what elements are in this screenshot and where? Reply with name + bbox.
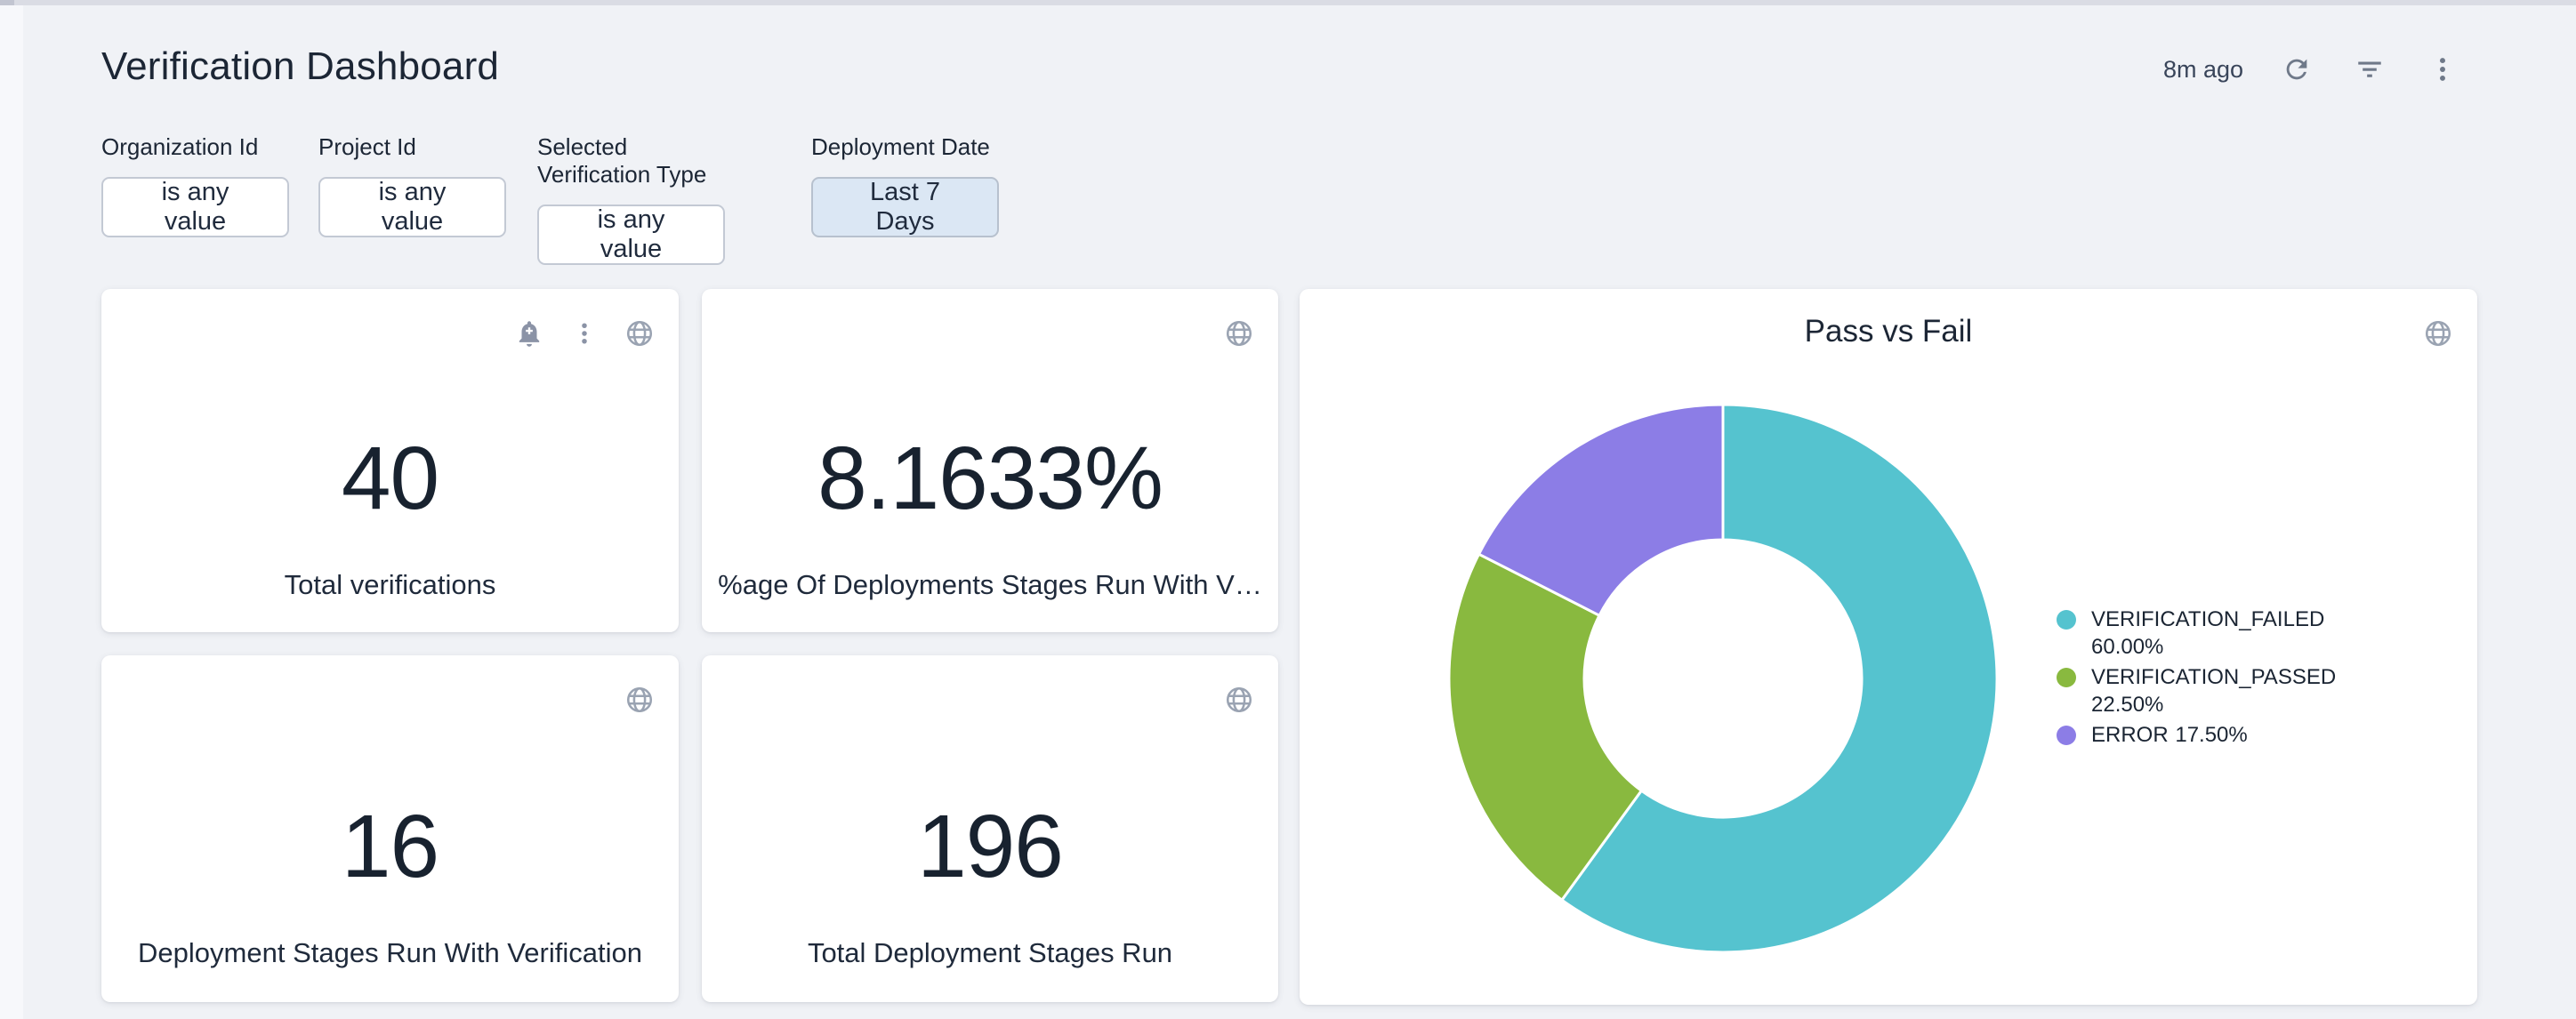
refresh-icon	[2282, 54, 2312, 84]
filter-list-icon	[2355, 54, 2385, 84]
legend-dot-green	[2057, 668, 2076, 687]
tile-actions	[513, 317, 656, 349]
chart-title: Pass vs Fail	[1300, 314, 2477, 349]
tile-pass-vs-fail-chart: Pass vs Fail VERIFICATION_FAILED 60.00% …	[1300, 289, 2477, 1005]
legend-dot-teal	[2057, 610, 2076, 630]
globe-icon	[1224, 685, 1254, 715]
globe-icon	[1224, 318, 1254, 349]
donut-chart[interactable]	[1438, 394, 2008, 963]
top-scrollbar-track	[0, 0, 2576, 5]
tile-value: 40	[342, 434, 439, 523]
tile-timezone-button[interactable]	[1223, 684, 1255, 716]
tile-actions	[624, 684, 656, 716]
tile-total-verifications: 40 Total verifications	[101, 289, 679, 632]
single-value-visualization: 16 Deployment Stages Run With Verificati…	[101, 655, 679, 1002]
tile-timezone-button[interactable]	[1223, 317, 1255, 349]
filter-value-selected-verification-type[interactable]: is any value	[537, 205, 725, 265]
globe-icon	[624, 685, 655, 715]
tile-value: 16	[342, 802, 439, 891]
header-actions: 8m ago	[2163, 50, 2462, 89]
filter-organization-id: Organization Id is any value	[101, 133, 289, 237]
filter-value-project-id[interactable]: is any value	[318, 177, 506, 237]
filter-deployment-date: Deployment Date Last 7 Days	[811, 133, 999, 237]
tile-actions	[1223, 684, 1255, 716]
alert-create-button[interactable]	[513, 317, 545, 349]
tile-label: Total Deployment Stages Run	[808, 937, 1172, 969]
kebab-menu-icon	[571, 320, 598, 347]
last-refreshed-text: 8m ago	[2163, 56, 2243, 84]
dashboard-more-menu-button[interactable]	[2423, 50, 2462, 89]
tile-label: Total verifications	[285, 569, 496, 601]
legend-label: VERIFICATION_PASSED 22.50%	[2091, 663, 2350, 718]
filter-selected-verification-type: Selected Verification Type is any value	[537, 133, 725, 265]
filter-value-organization-id[interactable]: is any value	[101, 177, 289, 237]
tile-more-menu-button[interactable]	[568, 317, 600, 349]
legend-item-error[interactable]: ERROR 17.50%	[2057, 721, 2350, 749]
bell-plus-icon	[514, 318, 544, 349]
filter-label: Selected Verification Type	[537, 133, 725, 189]
refresh-button[interactable]	[2277, 50, 2316, 89]
dashboard-filters-button[interactable]	[2350, 50, 2389, 89]
filter-label: Organization Id	[101, 133, 289, 161]
legend-item-verification-failed[interactable]: VERIFICATION_FAILED 60.00%	[2057, 606, 2350, 661]
filter-label: Project Id	[318, 133, 506, 161]
left-gutter	[0, 5, 23, 1019]
page-title: Verification Dashboard	[101, 44, 499, 89]
single-value-visualization: 8.1633% %age Of Deployments Stages Run W…	[702, 289, 1278, 632]
tile-total-deployment-stages-run: 196 Total Deployment Stages Run	[702, 655, 1278, 1002]
tile-percent-stages-with-verification: 8.1633% %age Of Deployments Stages Run W…	[702, 289, 1278, 632]
tile-stages-run-with-verification: 16 Deployment Stages Run With Verificati…	[101, 655, 679, 1002]
legend-item-verification-passed[interactable]: VERIFICATION_PASSED 22.50%	[2057, 663, 2350, 718]
tile-timezone-button[interactable]	[624, 317, 656, 349]
tile-label: Deployment Stages Run With Verification	[138, 937, 642, 969]
globe-icon	[624, 318, 655, 349]
tile-timezone-button[interactable]	[624, 684, 656, 716]
legend-label: VERIFICATION_FAILED 60.00%	[2091, 606, 2350, 661]
filter-project-id: Project Id is any value	[318, 133, 506, 237]
kebab-menu-icon	[2427, 54, 2458, 84]
tile-timezone-button[interactable]	[2422, 317, 2454, 349]
tile-label: %age Of Deployments Stages Run With V…	[718, 569, 1262, 601]
filter-value-deployment-date[interactable]: Last 7 Days	[811, 177, 999, 237]
tile-actions	[1223, 317, 1255, 349]
filter-label: Deployment Date	[811, 133, 999, 161]
tile-value: 196	[917, 802, 1063, 891]
chart-legend: VERIFICATION_FAILED 60.00% VERIFICATION_…	[2057, 606, 2350, 751]
legend-label: ERROR 17.50%	[2091, 721, 2248, 749]
legend-dot-purple	[2057, 726, 2076, 745]
single-value-visualization: 196 Total Deployment Stages Run	[702, 655, 1278, 1002]
tile-value: 8.1633%	[817, 434, 1163, 523]
tile-actions	[2422, 317, 2454, 349]
globe-icon	[2423, 318, 2453, 349]
